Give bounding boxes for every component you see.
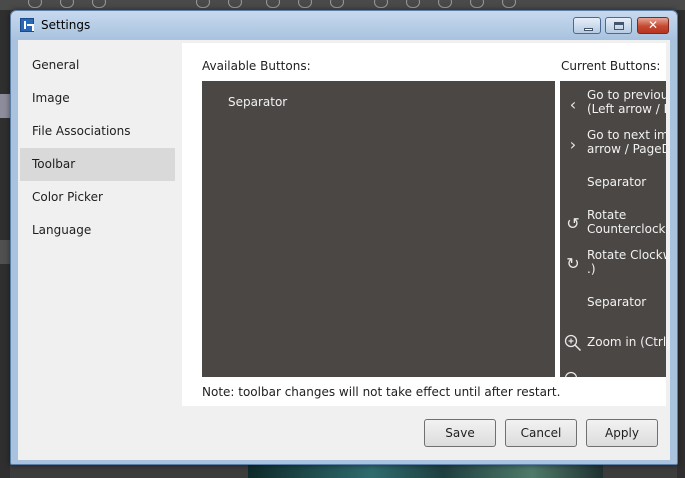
background-tool-icon xyxy=(28,0,42,8)
list-item[interactable]: ↺ Rotate Counterclockw xyxy=(560,207,666,245)
sidebar-item-label: Color Picker xyxy=(32,190,103,204)
maximize-icon xyxy=(614,22,624,30)
save-button[interactable]: Save xyxy=(424,419,496,447)
background-right-panel xyxy=(677,10,685,478)
settings-sidebar: General Image File Associations Toolbar … xyxy=(20,40,175,410)
background-tool-icon xyxy=(470,0,484,8)
sidebar-item-label: Language xyxy=(32,223,92,237)
sidebar-item-language[interactable]: Language xyxy=(20,214,175,247)
zoom-in-icon xyxy=(564,334,582,352)
chevron-left-icon: ‹ xyxy=(569,95,577,114)
dialog-body: General Image File Associations Toolbar … xyxy=(18,40,670,460)
sidebar-item-label: General xyxy=(32,58,80,72)
sidebar-item-color-picker[interactable]: Color Picker xyxy=(20,181,175,214)
available-buttons-label: Available Buttons: xyxy=(202,59,311,73)
list-item-label: Rotate Counterclockw xyxy=(587,208,666,236)
list-item[interactable]: Separator xyxy=(560,287,666,325)
sidebar-item-image[interactable]: Image xyxy=(20,82,175,115)
rotate-ccw-icon: ↺ xyxy=(566,214,580,233)
list-item-label: Separator xyxy=(587,295,647,309)
background-tool-icon xyxy=(196,0,210,8)
list-item[interactable]: Separator xyxy=(560,167,666,205)
cancel-button[interactable]: Cancel xyxy=(505,419,577,447)
background-tool-icon xyxy=(330,0,344,8)
chevron-right-icon: › xyxy=(569,135,577,154)
available-buttons-list[interactable]: Separator xyxy=(202,81,555,377)
current-buttons-label: Current Buttons: xyxy=(561,59,661,73)
background-tool-icon xyxy=(438,0,452,8)
close-icon: ✕ xyxy=(647,18,659,32)
background-panel-chip xyxy=(0,94,10,118)
rotate-cw-icon: ↻ xyxy=(566,254,580,273)
list-item[interactable]: ↻ Rotate Clockwi .) xyxy=(560,247,666,285)
apply-button[interactable]: Apply xyxy=(586,419,658,447)
background-tool-icon xyxy=(406,0,420,8)
background-panel-chip xyxy=(0,240,10,264)
sidebar-item-label: Image xyxy=(32,91,70,105)
list-item[interactable]: Zoom in (Ctrl + xyxy=(560,327,666,365)
background-tool-icon xyxy=(502,0,516,8)
zoom-out-icon xyxy=(564,371,582,377)
sidebar-item-general[interactable]: General xyxy=(20,49,175,82)
background-tool-icon xyxy=(92,0,106,8)
background-tool-icon xyxy=(374,0,388,8)
list-item-label: Separator xyxy=(587,175,647,189)
background-toolbar xyxy=(0,0,685,10)
background-tool-icon xyxy=(298,0,312,8)
list-item-label: Go to next ima arrow / PageDo xyxy=(587,128,666,156)
minimize-button[interactable] xyxy=(573,17,601,34)
list-item[interactable]: ‹ Go to previous (Left arrow / Pa xyxy=(560,87,666,125)
settings-dialog: Settings ✕ General Image File Associatio… xyxy=(10,10,678,465)
sidebar-item-label: File Associations xyxy=(32,124,131,138)
background-tool-icon xyxy=(228,0,242,8)
list-item-label: Rotate Clockwi .) xyxy=(587,248,666,276)
title-bar[interactable]: Settings ✕ xyxy=(11,11,677,39)
background-tool-icon xyxy=(60,0,74,8)
sidebar-item-toolbar[interactable]: Toolbar xyxy=(20,148,175,181)
maximize-button[interactable] xyxy=(605,17,632,34)
restart-note: Note: toolbar changes will not take effe… xyxy=(202,385,561,399)
list-item[interactable]: Separator xyxy=(228,95,287,109)
background-tool-icon xyxy=(266,0,280,8)
toolbar-settings-panel: Available Buttons: Current Buttons: Sepa… xyxy=(182,43,666,406)
background-left-panel xyxy=(0,10,10,478)
list-item[interactable] xyxy=(560,367,666,377)
window-title: Settings xyxy=(41,18,91,32)
current-buttons-list[interactable]: ‹ Go to previous (Left arrow / Pa › Go t… xyxy=(560,81,666,377)
app-icon xyxy=(20,18,34,32)
close-button[interactable]: ✕ xyxy=(637,17,669,34)
list-item-label: Go to previous (Left arrow / Pa xyxy=(587,88,666,116)
sidebar-item-file-associations[interactable]: File Associations xyxy=(20,115,175,148)
sidebar-item-label: Toolbar xyxy=(32,157,76,171)
list-item-label: Zoom in (Ctrl + xyxy=(587,335,666,349)
minimize-icon xyxy=(584,28,593,31)
list-item[interactable]: › Go to next ima arrow / PageDo xyxy=(560,127,666,165)
